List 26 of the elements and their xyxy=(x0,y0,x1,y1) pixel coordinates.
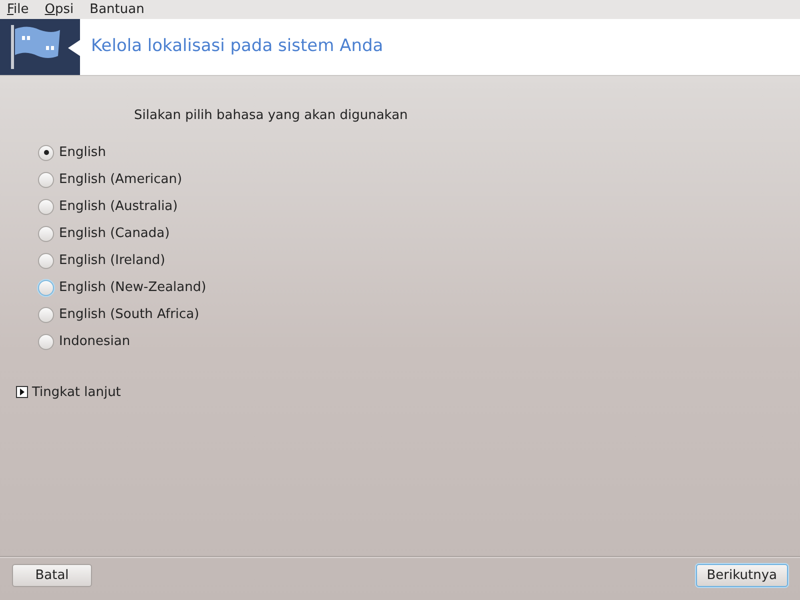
dialog-button[interactable]: Berikutnya xyxy=(696,564,788,587)
language-label[interactable]: English (Ireland) xyxy=(59,250,166,270)
radio-button[interactable] xyxy=(38,306,54,322)
radio-button[interactable] xyxy=(38,144,54,160)
dialog-button[interactable]: Batal xyxy=(12,564,92,587)
language-label[interactable]: English (American) xyxy=(59,170,182,190)
menu-item[interactable]: File xyxy=(6,0,37,19)
menu-item[interactable]: Bantuan xyxy=(88,0,152,19)
language-label[interactable]: English (Australia) xyxy=(59,196,178,216)
language-label[interactable]: English (New-Zealand) xyxy=(59,278,206,298)
menu-item[interactable]: Opsi xyxy=(44,0,82,19)
prompt-text: Silakan pilih bahasa yang akan digunakan xyxy=(134,107,409,125)
language-label[interactable]: Indonesian xyxy=(59,332,130,352)
language-label[interactable]: English (Canada) xyxy=(59,224,170,244)
flag-icon xyxy=(10,24,62,70)
advanced-expander[interactable]: Tingkat lanjut xyxy=(16,382,121,402)
header-title: Kelola lokalisasi pada sistem Anda xyxy=(90,35,384,58)
radio-button[interactable] xyxy=(38,252,54,268)
radio-button[interactable] xyxy=(38,226,54,242)
language-label[interactable]: English (South Africa) xyxy=(59,304,200,324)
radio-button[interactable] xyxy=(38,334,54,350)
radio-button[interactable] xyxy=(38,280,54,296)
language-label[interactable]: English xyxy=(59,142,106,162)
radio-button[interactable] xyxy=(38,198,54,214)
header-pointer xyxy=(68,40,80,56)
radio-button[interactable] xyxy=(38,172,54,188)
